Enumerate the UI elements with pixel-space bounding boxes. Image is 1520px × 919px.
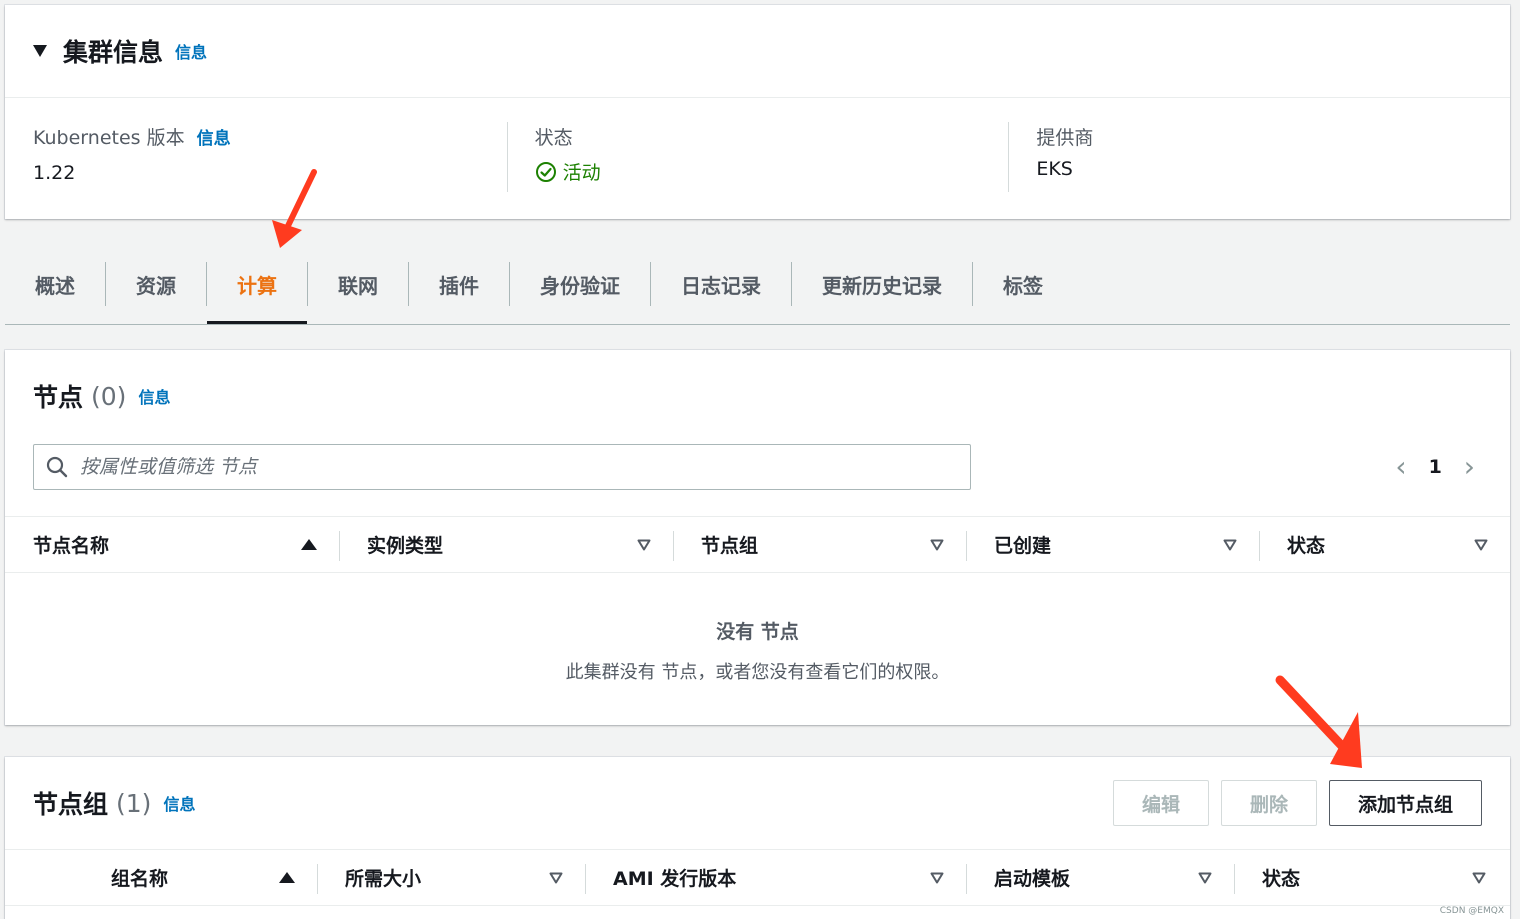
column-header-status[interactable]: 状态 [1234,850,1508,905]
tab-resources[interactable]: 资源 [106,245,206,323]
column-header-label: 组名称 [111,868,169,890]
column-header-label: 已创建 [994,535,1052,557]
cluster-details: Kubernetes 版本 信息 1.22 状态 活动 提供商 EKS [5,98,1510,218]
column-header-label: 所需大小 [345,868,422,890]
status-value: 活动 [562,162,601,184]
collapse-caret-icon[interactable] [33,45,47,57]
column-header-group-name[interactable]: 组名称 [83,850,317,905]
pagination-prev-icon[interactable]: ‹ [1395,453,1406,481]
column-header-node-name[interactable]: 节点名称 [5,517,339,572]
node-groups-info-link[interactable]: 信息 [163,791,195,815]
status-label: 状态 [534,126,573,149]
column-header-instance-type[interactable]: 实例类型 [339,517,673,572]
nodes-table-header: 节点名称 实例类型 节点组 已创建 状态 [5,516,1510,573]
annotation-arrow-icon [1275,675,1362,768]
tab-authentication[interactable]: 身份验证 [510,245,650,323]
sort-caret-down-icon[interactable] [549,872,563,884]
nodes-header: 节点 (0) 信息 [5,350,1510,442]
kubernetes-version-label: Kubernetes 版本 [33,126,185,149]
selection-column [5,850,83,905]
watermark: CSDN @EMQX [1439,906,1504,916]
column-header-created[interactable]: 已创建 [966,517,1259,572]
sort-caret-down-icon[interactable] [637,539,651,551]
sort-caret-down-icon[interactable] [1223,539,1237,551]
node-groups-actions: 编辑 删除 添加节点组 [1112,780,1482,826]
provider-value: EKS [1036,158,1073,180]
tab-logging[interactable]: 日志记录 [651,245,791,323]
nodes-filter-row: ‹ 1 › [5,442,1510,492]
sort-caret-down-icon[interactable] [1198,872,1212,884]
tab-overview[interactable]: 概述 [5,245,105,323]
cluster-tabs: 概述 资源 计算 联网 插件 身份验证 日志记录 更新历史记录 标签 [5,245,1510,325]
tab-tags[interactable]: 标签 [973,245,1073,323]
provider-label: 提供商 [1036,126,1094,149]
provider-field: 提供商 EKS [1008,122,1510,218]
cluster-info-header: 集群信息 信息 [5,5,1510,98]
column-header-label: AMI 发行版本 [613,868,737,890]
node-groups-panel: 节点组 (1) 信息 编辑 删除 添加节点组 组名称 所需大小 AMI 发行版本… [5,757,1510,919]
annotation-arrow-icon [272,169,317,248]
tab-update-history[interactable]: 更新历史记录 [792,245,972,323]
empty-state-title: 没有 节点 [716,621,799,643]
tab-networking[interactable]: 联网 [308,245,408,323]
sort-caret-down-icon[interactable] [930,872,944,884]
sort-ascending-icon[interactable] [301,539,317,550]
pagination-next-icon[interactable]: › [1464,453,1475,481]
nodes-info-link[interactable]: 信息 [138,384,170,408]
panel-title: 集群信息 [63,38,164,67]
nodes-pagination: ‹ 1 › [1395,453,1475,481]
nodes-panel: 节点 (0) 信息 ‹ 1 › 节点名称 实例类型 节点组 [5,350,1510,725]
tab-compute[interactable]: 计算 [207,245,307,324]
delete-button[interactable]: 删除 [1220,780,1317,826]
sort-caret-down-icon[interactable] [930,539,944,551]
nodes-empty-state: 没有 节点 此集群没有 节点，或者您没有查看它们的权限。 [5,573,1510,684]
column-header-label: 状态 [1262,868,1301,890]
column-header-node-group[interactable]: 节点组 [673,517,966,572]
info-link[interactable]: 信息 [175,39,207,63]
nodes-title: 节点 [33,383,84,412]
column-header-label: 节点组 [701,535,759,557]
node-groups-title: 节点组 [33,790,109,819]
nodes-count: (0) [91,381,127,411]
nodes-search-box[interactable] [33,444,971,490]
column-header-launch-template[interactable]: 启动模板 [966,850,1234,905]
column-header-ami-release[interactable]: AMI 发行版本 [585,850,966,905]
sort-ascending-icon[interactable] [279,872,295,883]
nodes-search-input[interactable] [80,447,970,487]
add-node-group-button[interactable]: 添加节点组 [1328,780,1482,826]
status-check-icon [535,161,556,182]
edit-button[interactable]: 编辑 [1112,780,1209,826]
kubernetes-version-info-link[interactable]: 信息 [197,124,231,149]
node-groups-count: (1) [116,788,152,818]
column-header-label: 实例类型 [367,535,444,557]
tab-add-ons[interactable]: 插件 [409,245,509,323]
pagination-current-page[interactable]: 1 [1429,456,1442,478]
column-header-status[interactable]: 状态 [1259,517,1510,572]
sort-caret-down-icon[interactable] [1472,872,1486,884]
kubernetes-version-field: Kubernetes 版本 信息 1.22 [5,122,507,218]
column-header-label: 启动模板 [994,868,1071,890]
sort-caret-down-icon[interactable] [1474,539,1488,551]
node-groups-table-header: 组名称 所需大小 AMI 发行版本 启动模板 状态 [5,849,1510,906]
column-header-desired-size[interactable]: 所需大小 [317,850,585,905]
status-field: 状态 活动 [506,122,1009,218]
search-icon [46,456,68,478]
column-header-label: 节点名称 [33,535,110,557]
column-header-label: 状态 [1287,535,1326,557]
cluster-info-panel: 集群信息 信息 Kubernetes 版本 信息 1.22 状态 活动 提供商 … [5,5,1510,219]
